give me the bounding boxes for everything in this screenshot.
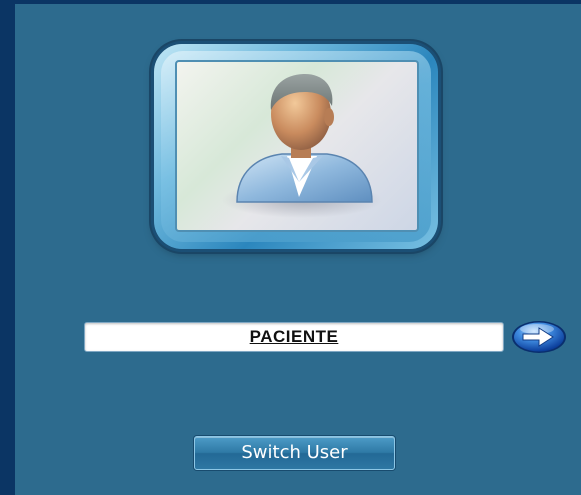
user-avatar-graphic xyxy=(222,74,382,218)
right-arrow-icon xyxy=(512,321,566,353)
go-button[interactable] xyxy=(511,320,567,354)
top-border xyxy=(0,0,581,4)
username-text: PACIENTE xyxy=(249,327,339,346)
login-screen: PACIENTE Switch User xyxy=(0,0,581,495)
user-avatar-icon xyxy=(175,60,419,232)
left-border xyxy=(0,0,15,495)
username-field[interactable]: PACIENTE xyxy=(84,322,504,352)
switch-user-button[interactable]: Switch User xyxy=(194,436,395,470)
avatar-frame xyxy=(154,44,438,249)
